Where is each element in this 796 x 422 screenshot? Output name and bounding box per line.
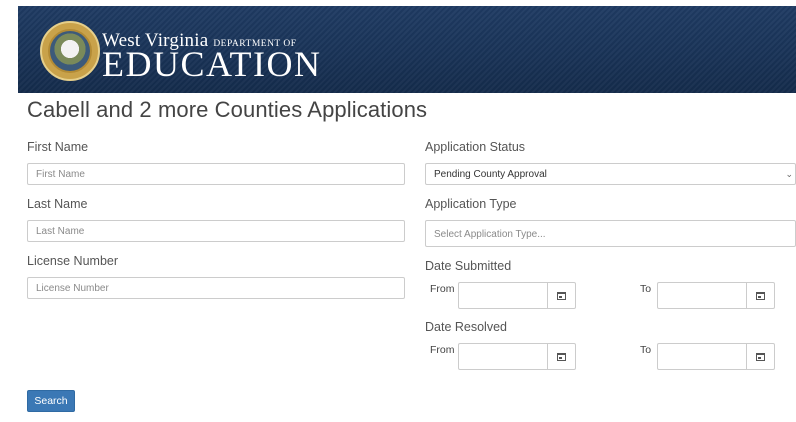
- application-status-value: Pending County Approval: [434, 169, 547, 180]
- search-button[interactable]: Search: [27, 390, 75, 412]
- application-type-placeholder: Select Application Type...: [434, 229, 546, 240]
- department-logo-text[interactable]: West Virginia DEPARTMENT OF EDUCATION: [102, 30, 320, 82]
- date-submitted-from-input[interactable]: [458, 282, 548, 309]
- application-status-label: Application Status: [425, 140, 526, 154]
- calendar-icon: [557, 291, 566, 300]
- logo-education: EDUCATION: [102, 44, 322, 84]
- date-resolved-from-input[interactable]: [458, 343, 548, 370]
- header-banner: West Virginia DEPARTMENT OF EDUCATION: [18, 6, 796, 93]
- application-type-label: Application Type: [425, 197, 517, 211]
- last-name-input[interactable]: [27, 220, 405, 242]
- date-submitted-from-calendar-button[interactable]: [547, 282, 576, 309]
- date-resolved-to-input[interactable]: [657, 343, 747, 370]
- date-resolved-to-label: To: [640, 344, 652, 356]
- page-title: Cabell and 2 more Counties Applications: [27, 97, 428, 122]
- state-seal-icon: [40, 21, 100, 81]
- license-number-input[interactable]: [27, 277, 405, 299]
- application-status-select[interactable]: Pending County Approval ⌄: [425, 163, 796, 185]
- date-resolved-from-calendar-button[interactable]: [547, 343, 576, 370]
- seal-center: [48, 29, 92, 73]
- date-submitted-to-calendar-button[interactable]: [746, 282, 775, 309]
- date-submitted-to-label: To: [640, 283, 652, 295]
- date-resolved-from-label: From: [430, 344, 455, 356]
- chevron-down-icon: ⌄: [785, 169, 793, 179]
- calendar-icon: [557, 352, 566, 361]
- date-submitted-from-label: From: [430, 283, 455, 295]
- last-name-label: Last Name: [27, 197, 88, 211]
- date-resolved-to-calendar-button[interactable]: [746, 343, 775, 370]
- date-resolved-label: Date Resolved: [425, 320, 507, 334]
- application-type-select[interactable]: Select Application Type...: [425, 220, 796, 247]
- first-name-input[interactable]: [27, 163, 405, 185]
- calendar-icon: [756, 352, 765, 361]
- first-name-label: First Name: [27, 140, 89, 154]
- date-submitted-label: Date Submitted: [425, 259, 512, 273]
- license-number-label: License Number: [27, 254, 119, 268]
- calendar-icon: [756, 291, 765, 300]
- date-submitted-to-input[interactable]: [657, 282, 747, 309]
